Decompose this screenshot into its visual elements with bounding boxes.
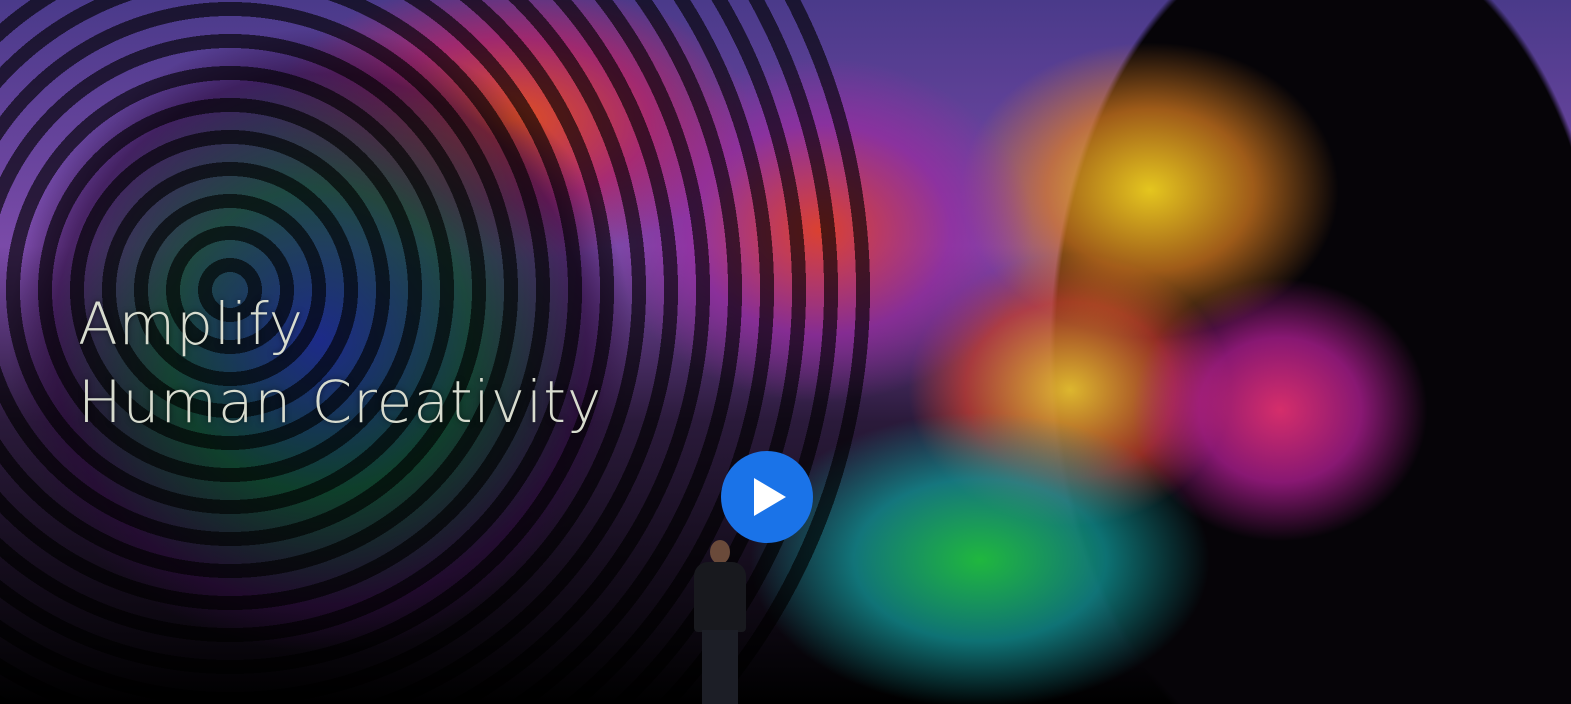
- play-icon: [754, 478, 786, 516]
- video-player[interactable]: Amplify Human Creativity: [0, 0, 1571, 704]
- slide-title-line-1: Amplify: [78, 290, 304, 358]
- slide-title: Amplify Human Creativity: [78, 285, 602, 441]
- speaker-figure: [690, 540, 750, 704]
- play-button[interactable]: [721, 451, 813, 543]
- slide-title-line-2: Human Creativity: [78, 368, 603, 436]
